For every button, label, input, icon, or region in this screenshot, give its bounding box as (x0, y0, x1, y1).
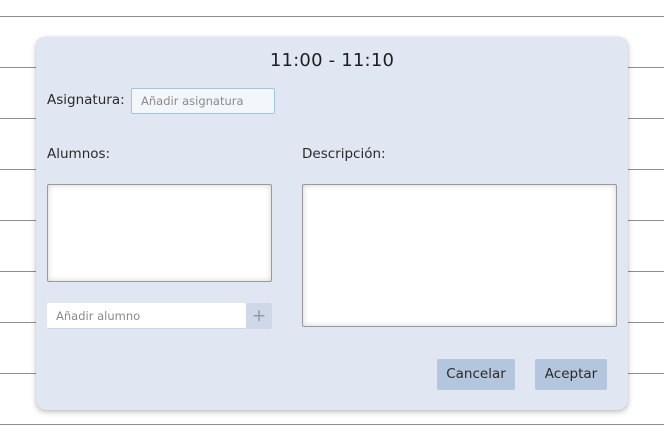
edit-slot-dialog: 11:00 - 11:10 Asignatura: Añadir asignat… (36, 37, 628, 410)
students-label: Alumnos: (47, 146, 111, 162)
students-list[interactable] (47, 184, 272, 282)
grid-line (0, 424, 664, 425)
subject-input[interactable]: Añadir asignatura (131, 88, 275, 114)
description-label: Descripción: (302, 146, 386, 162)
add-student-button[interactable]: + (246, 303, 272, 329)
accept-button[interactable]: Aceptar (535, 359, 607, 390)
plus-icon: + (251, 306, 267, 326)
cancel-button[interactable]: Cancelar (437, 359, 515, 390)
description-textarea[interactable] (302, 184, 617, 327)
subject-label: Asignatura: (47, 92, 125, 108)
grid-line (0, 16, 664, 17)
dialog-title: 11:00 - 11:10 (269, 50, 395, 71)
add-student-input[interactable]: Añadir alumno (47, 303, 246, 329)
